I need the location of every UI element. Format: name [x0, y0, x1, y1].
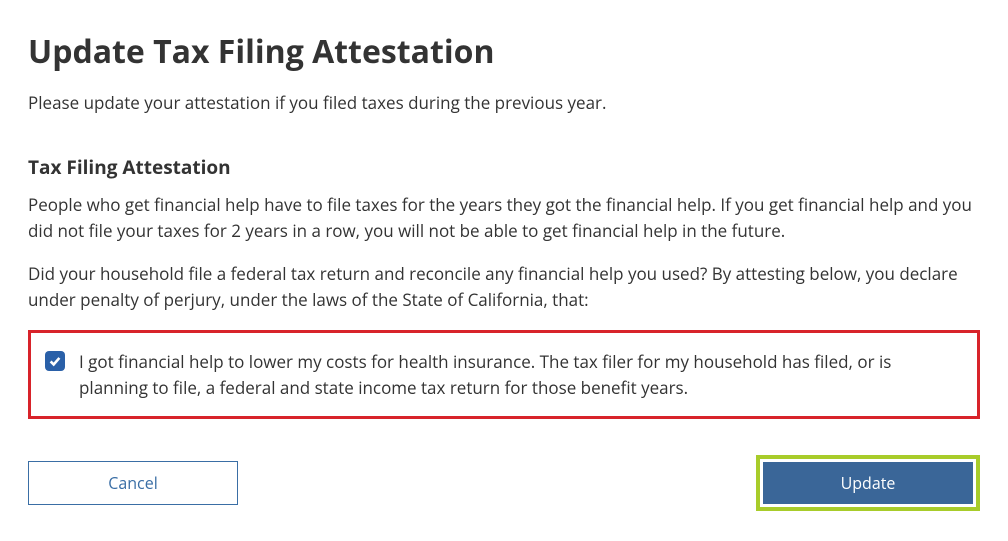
section-title: Tax Filing Attestation	[28, 154, 980, 180]
page-title: Update Tax Filing Attestation	[28, 30, 980, 73]
attestation-checkbox[interactable]	[45, 351, 65, 371]
check-icon	[48, 354, 62, 368]
button-row: Cancel Update	[28, 455, 980, 511]
update-highlight-box: Update	[756, 455, 980, 511]
section-paragraph-2: Did your household file a federal tax re…	[28, 261, 980, 312]
attestation-label: I got financial help to lower my costs f…	[79, 349, 963, 400]
section-paragraph-1: People who get financial help have to fi…	[28, 192, 980, 243]
attestation-row: I got financial help to lower my costs f…	[45, 349, 963, 400]
attestation-highlight-box: I got financial help to lower my costs f…	[28, 330, 980, 419]
intro-text: Please update your attestation if you fi…	[28, 91, 980, 114]
cancel-button[interactable]: Cancel	[28, 461, 238, 505]
update-button[interactable]: Update	[763, 462, 973, 504]
